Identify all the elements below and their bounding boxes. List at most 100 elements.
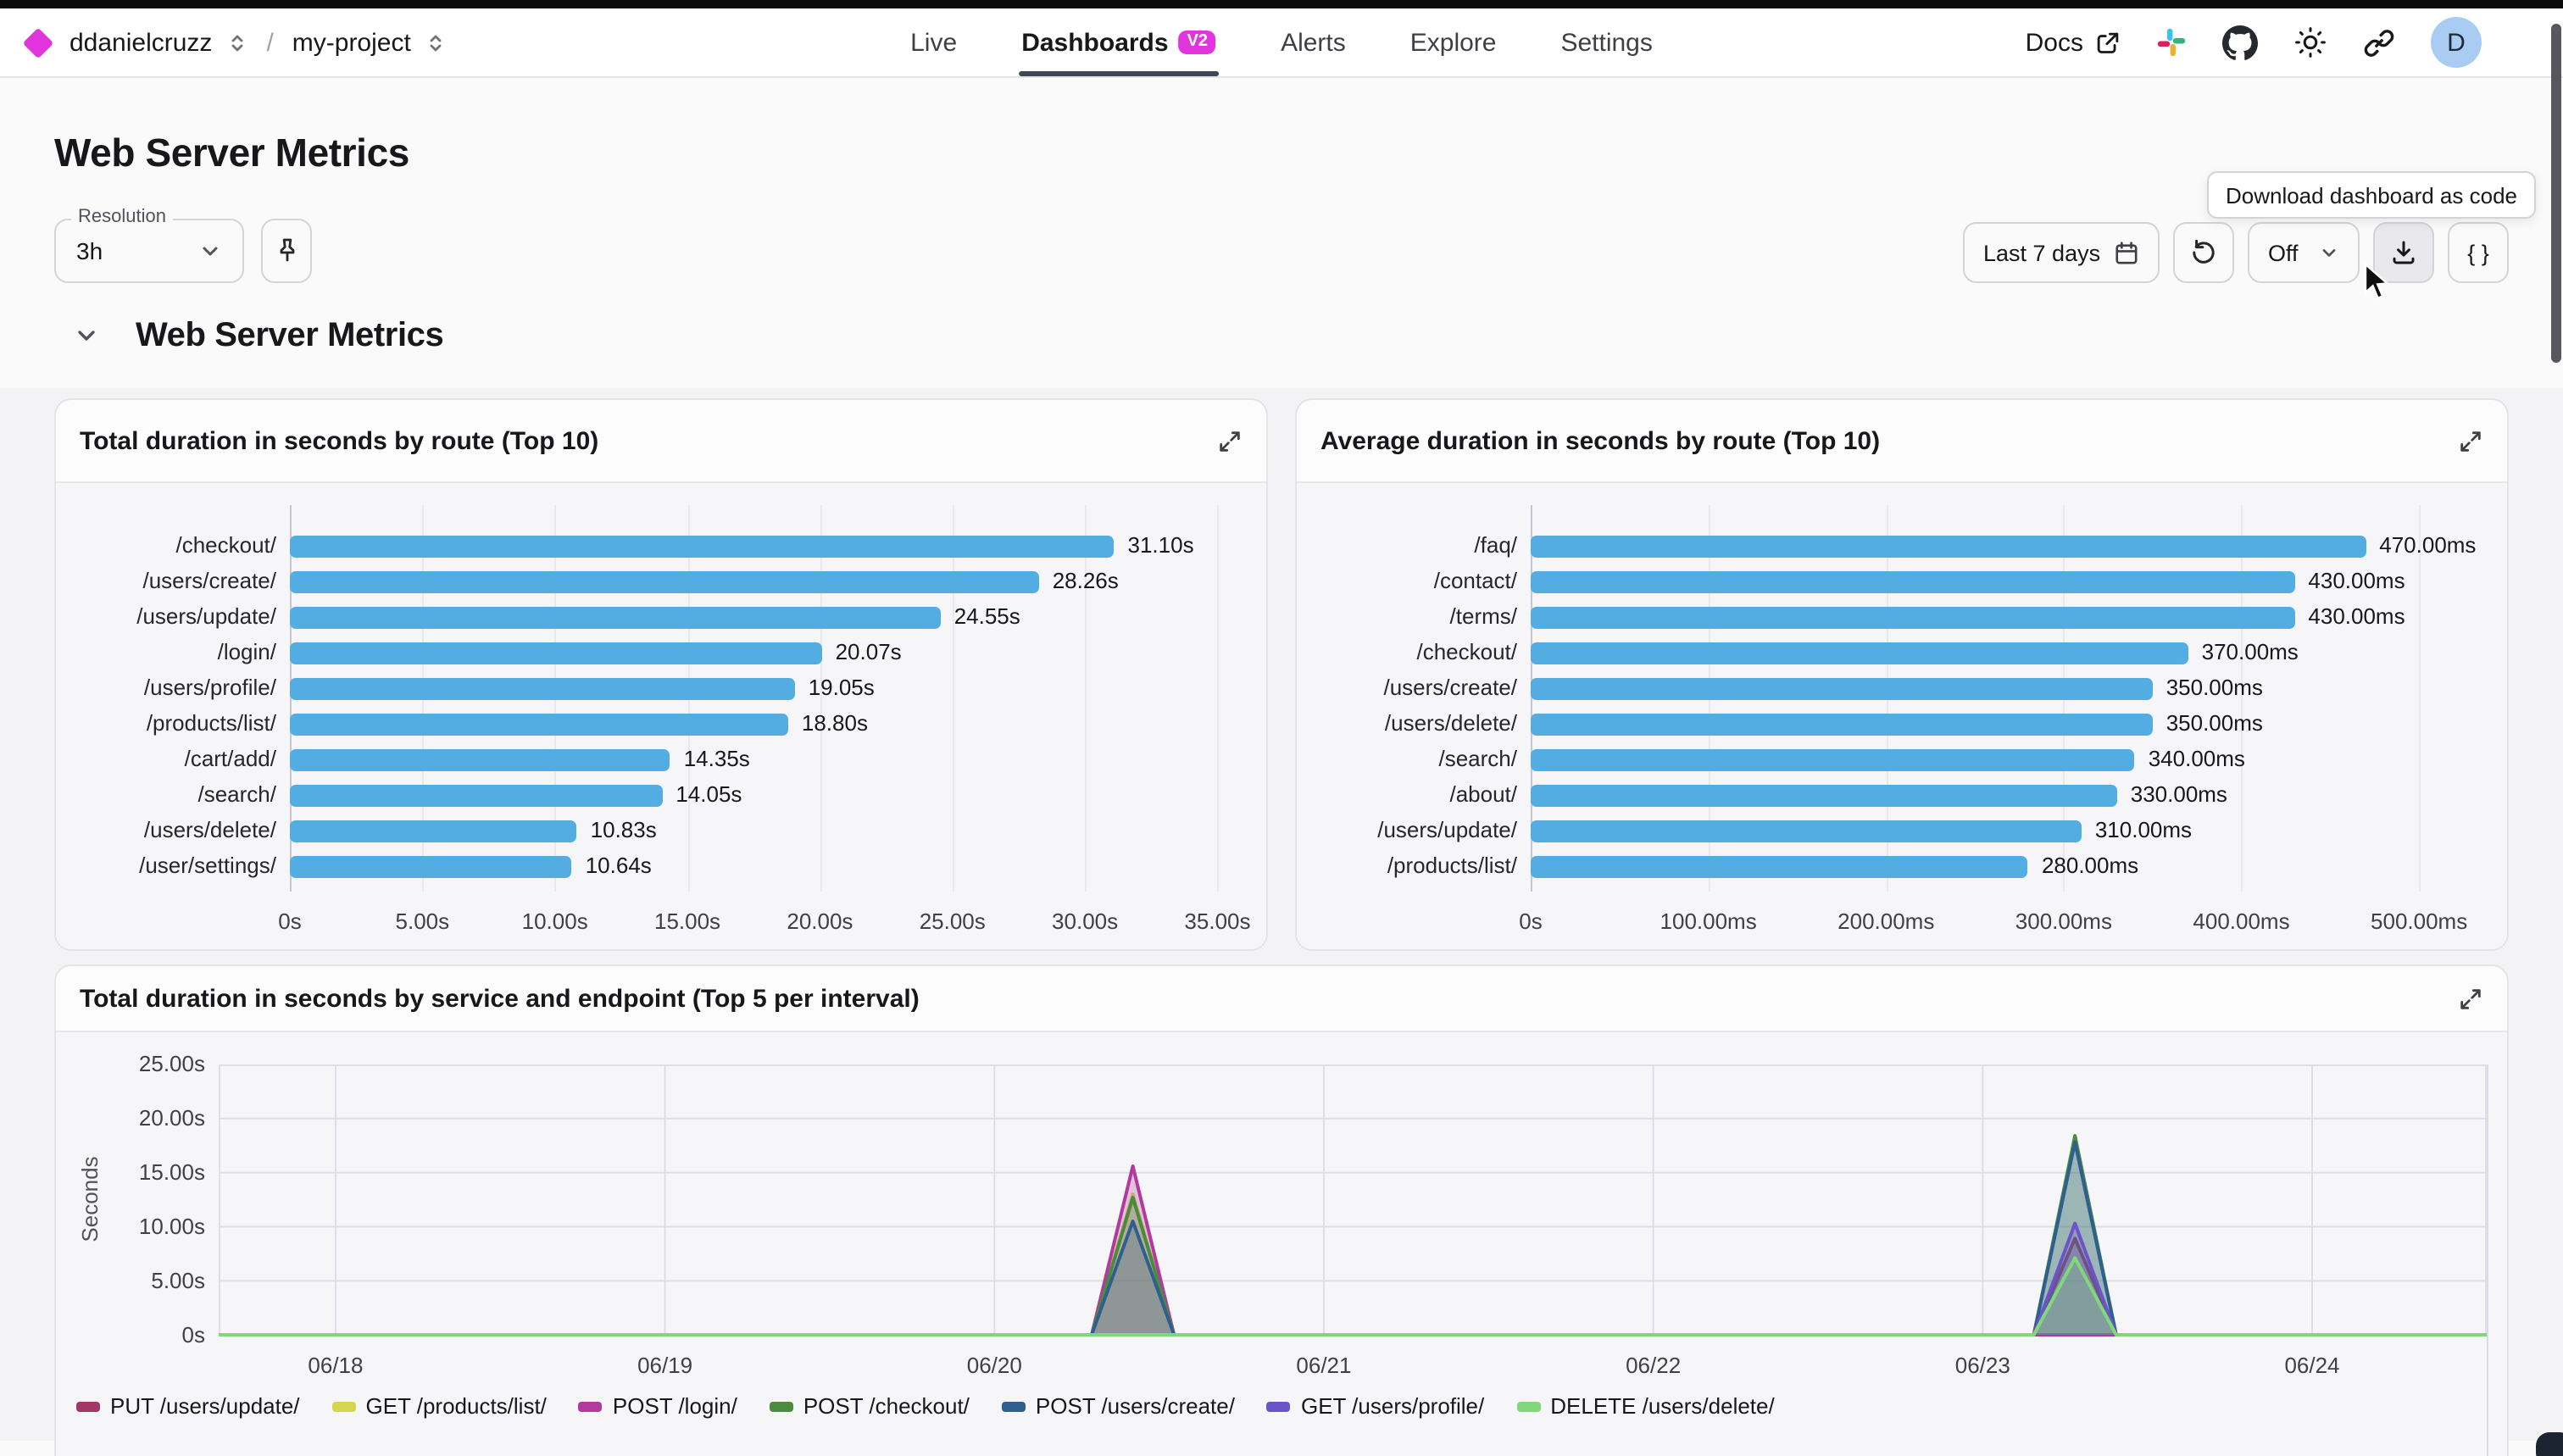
y-tick-label: 0s [100,1321,205,1347]
bar-row: /faq/470.00ms [1531,529,2490,564]
bar-row: /search/340.00ms [1531,742,2490,778]
bar-value-label: 20.07s [836,639,902,664]
corner-widget[interactable] [2536,1432,2563,1456]
legend-item[interactable]: DELETE /users/delete/ [1516,1393,1774,1419]
bar-category-label: /contact/ [1300,568,1517,593]
expand-panel-icon[interactable] [2458,428,2483,453]
bar-value-label: 340.00ms [2149,746,2245,771]
x-tick-label: 0s [278,909,301,934]
x-tick-label: 06/21 [1256,1353,1392,1378]
breadcrumb-org[interactable]: ddanielcruzz [69,28,212,57]
resolution-select[interactable]: Resolution 3h [54,219,244,283]
brand-diamond-icon[interactable] [23,27,54,58]
bar [290,785,662,807]
avatar[interactable]: D [2431,17,2482,68]
nav-tab-dashboards[interactable]: Dashboards V2 [1021,8,1216,76]
expand-panel-icon[interactable] [1217,428,1243,453]
x-tick-label: 0s [1519,909,1542,934]
legend-item[interactable]: GET /users/profile/ [1267,1393,1484,1419]
legend-item[interactable]: PUT /users/update/ [76,1393,300,1419]
bar-category-label: /users/delete/ [1300,710,1517,736]
bar-chart-plot: 0s100.00ms200.00ms300.00ms400.00ms500.00… [1531,519,2490,885]
bar-value-label: 10.64s [586,853,652,878]
nav-tab-label: Live [910,28,957,57]
area-chart-plot [219,1064,2487,1337]
bar-category-label: /users/create/ [59,568,276,593]
time-range-button[interactable]: Last 7 days [1963,222,2160,283]
expand-panel-icon[interactable] [2458,986,2483,1011]
panel-header: Total duration in seconds by service and… [56,966,2507,1032]
pin-resolution-button[interactable] [261,219,312,283]
nav-tab-label: Settings [1560,28,1652,57]
slack-icon[interactable] [2156,27,2187,58]
bar-row: /users/update/24.55s [290,600,1249,636]
auto-refresh-select[interactable]: Off [2248,222,2360,283]
legend-item[interactable]: POST /users/create/ [1002,1393,1235,1419]
tooltip-text: Download dashboard as code [2226,182,2517,208]
docs-link[interactable]: Docs [2026,28,2121,57]
section-header: Web Server Metrics [0,283,2563,388]
nav-tab-settings[interactable]: Settings [1560,8,1652,76]
legend-item[interactable]: POST /checkout/ [770,1393,970,1419]
panel-title: Total duration in seconds by service and… [80,984,920,1013]
y-tick-label: 20.00s [100,1105,205,1131]
header-actions: Docs D [2026,17,2536,68]
legend-item[interactable]: POST /login/ [579,1393,737,1419]
chevron-down-icon [2319,242,2339,263]
x-tick-label: 200.00ms [1837,909,1934,934]
dashboard-json-button[interactable]: { } [2448,222,2509,283]
legend-label: POST /users/create/ [1036,1393,1235,1419]
bar-category-label: /users/update/ [59,603,276,629]
docs-label: Docs [2026,28,2083,57]
bar-row: /login/20.07s [290,636,1249,671]
bar [1531,571,2294,593]
section-body: Total duration in seconds by route (Top … [0,388,2563,1441]
bar-category-label: /cart/add/ [59,746,276,771]
panel-total-duration-by-route: Total duration in seconds by route (Top … [54,398,1268,951]
bar [1531,856,2028,878]
bar-value-label: 14.05s [675,781,742,807]
bar-row: /users/delete/10.83s [290,814,1249,849]
x-tick-label: 10.00s [522,909,588,934]
main-nav: Live Dashboards V2 Alerts Explore Settings [910,8,1653,76]
bar-row: /user/settings/10.64s [290,849,1249,885]
nav-tab-label: Dashboards [1021,28,1168,57]
copy-link-icon[interactable] [2363,26,2395,58]
panel-duration-by-service-endpoint: Total duration in seconds by service and… [54,964,2509,1456]
legend-item[interactable]: GET /products/list/ [332,1393,547,1419]
bar-row: /checkout/370.00ms [1531,636,2490,671]
scrollbar-thumb[interactable] [2551,24,2561,363]
bar-category-label: /search/ [59,781,276,807]
nav-tab-alerts[interactable]: Alerts [1281,8,1346,76]
bar [290,571,1039,593]
bar-category-label: /products/list/ [1300,853,1517,878]
download-icon [2390,239,2417,266]
bar-row: /checkout/31.10s [290,529,1249,564]
refresh-button[interactable] [2173,222,2234,283]
section-collapse-chevron-icon[interactable] [73,322,100,349]
resolution-label: Resolution [71,207,173,227]
org-selector-icon[interactable] [227,31,247,53]
bar-value-label: 350.00ms [2166,710,2263,736]
nav-tab-live[interactable]: Live [910,8,957,76]
x-tick-label: 15.00s [654,909,720,934]
x-tick-label: 100.00ms [1660,909,1757,934]
breadcrumb-project[interactable]: my-project [292,28,411,57]
legend-color-chip [1267,1401,1291,1411]
dashboard-toolbar: Resolution 3h Last 7 days [54,219,2509,283]
theme-sun-icon[interactable] [2293,25,2327,59]
x-tick-label: 06/18 [268,1353,403,1378]
project-selector-icon[interactable] [426,31,447,53]
bar [290,820,577,842]
version-badge: V2 [1179,31,1216,54]
github-icon[interactable] [2222,25,2258,60]
nav-tab-explore[interactable]: Explore [1410,8,1497,76]
bar-category-label: /users/profile/ [59,675,276,700]
bar [290,642,822,664]
calendar-icon [2114,240,2139,265]
download-dashboard-button[interactable] [2373,222,2434,283]
bar-value-label: 280.00ms [2042,853,2138,878]
bar-row: /products/list/280.00ms [1531,849,2490,885]
bar [290,678,795,700]
x-tick-label: 500.00ms [2371,909,2467,934]
